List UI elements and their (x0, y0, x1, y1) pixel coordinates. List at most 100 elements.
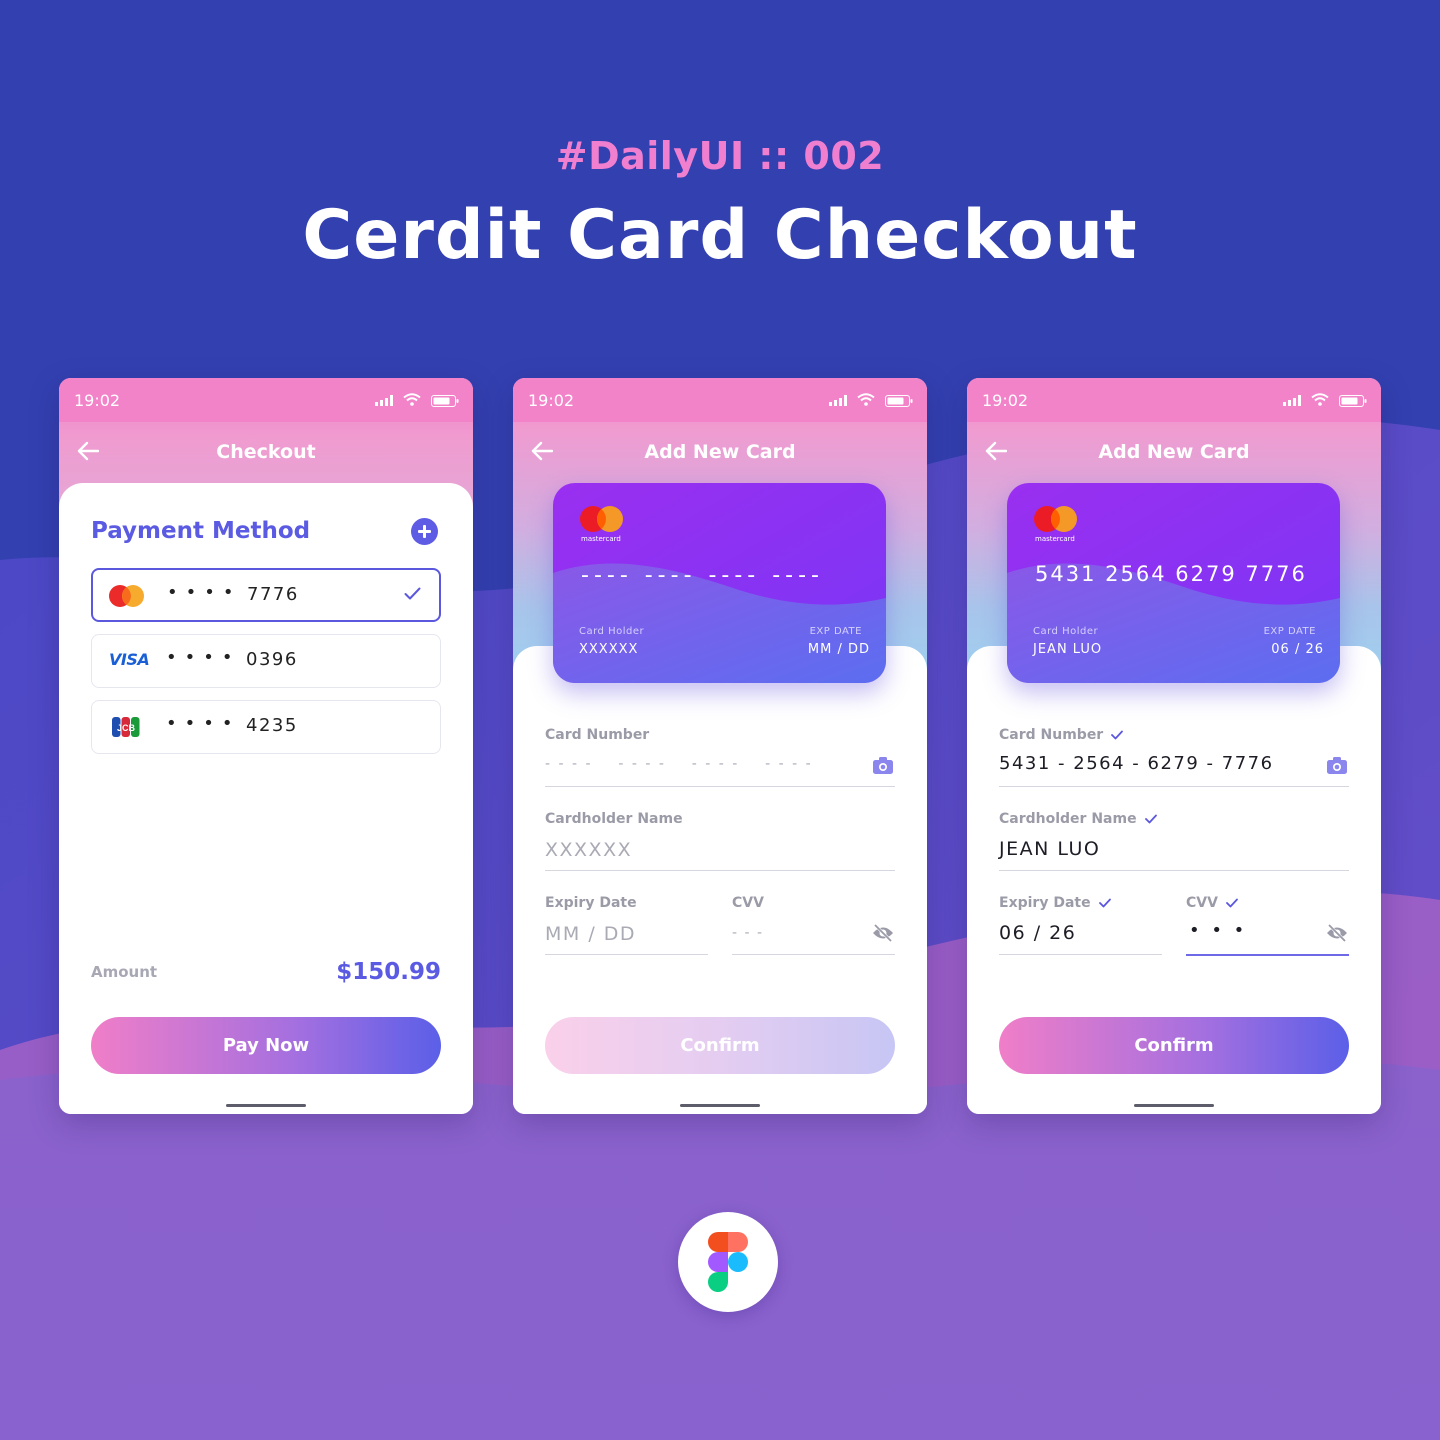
cvv-input[interactable]: • • • (1189, 920, 1247, 941)
exp-date-label: EXP DATE (1263, 626, 1316, 637)
cardholder-name-label-text: Cardholder Name (999, 811, 1137, 827)
status-bar: 19:02 (59, 378, 473, 422)
home-indicator (226, 1104, 306, 1107)
status-bar: 19:02 (967, 378, 1381, 422)
checkout-screen: 19:02 Checkout Payment Method •••• 7776 … (59, 378, 473, 1114)
signal-icon (375, 395, 393, 406)
hero-title: Cerdit Card Checkout (302, 196, 1138, 275)
amount-label: Amount (91, 963, 158, 981)
figma-logo-icon (708, 1232, 748, 1292)
expiry-date-underline (999, 954, 1162, 955)
camera-icon[interactable] (1327, 757, 1347, 774)
card-last4: 7776 (247, 584, 299, 605)
signal-icon (829, 395, 847, 406)
card-number-input[interactable]: - - - - - - - - - - - - - - - - (545, 756, 813, 772)
expiry-date-label: Expiry Date (545, 895, 637, 911)
cvv-label: CVV (732, 895, 764, 911)
card-preview: mastercard 5431 2564 6279 7776 Card Hold… (1007, 483, 1340, 683)
add-card-empty-screen: 19:02 Add New Card mastercard ---- ---- … (513, 378, 927, 1114)
card-last4: 4235 (246, 715, 298, 736)
page-title: Add New Card (1098, 441, 1250, 463)
valid-check-icon (1111, 730, 1124, 740)
exp-date-label: EXP DATE (809, 626, 862, 637)
card-preview: mastercard ---- ---- ---- ---- Card Hold… (553, 483, 886, 683)
status-time: 19:02 (74, 391, 121, 410)
eye-off-icon[interactable] (1326, 924, 1348, 942)
card-holder-label: Card Holder (579, 626, 645, 637)
status-time: 19:02 (528, 391, 575, 410)
masked-digits: •••• (166, 647, 241, 668)
svg-text:JCB: JCB (117, 723, 136, 733)
card-number-underline (545, 786, 895, 787)
cardholder-name-underline (999, 870, 1349, 871)
card-row-mastercard[interactable]: •••• 7776 (91, 568, 441, 622)
jcb-icon: JCB (112, 717, 140, 737)
battery-icon (431, 395, 459, 407)
visa-icon: VISA (109, 650, 150, 669)
pay-now-button[interactable]: Pay Now (91, 1017, 441, 1074)
cardholder-name-label: Cardholder Name (999, 811, 1157, 827)
card-holder-preview: XXXXXX (579, 642, 639, 657)
expiry-date-label-text: Expiry Date (999, 895, 1091, 911)
cvv-input[interactable]: - - - (732, 925, 764, 941)
eye-off-icon[interactable] (872, 924, 894, 942)
wifi-icon (1311, 393, 1329, 406)
figma-logo-badge (678, 1212, 778, 1312)
exp-date-preview: 06 / 26 (1271, 642, 1324, 657)
expiry-date-underline (545, 954, 708, 955)
valid-check-icon (1144, 814, 1157, 824)
card-brand-text: mastercard (1035, 535, 1075, 543)
card-row-jcb[interactable]: JCB •••• 4235 (91, 700, 441, 754)
cardholder-name-input[interactable]: JEAN LUO (999, 838, 1100, 860)
signal-icon (1283, 395, 1301, 406)
camera-icon[interactable] (873, 757, 893, 774)
amount-value: $150.99 (336, 959, 441, 985)
add-card-button[interactable] (411, 518, 438, 545)
card-number-underline (999, 786, 1349, 787)
expiry-date-label: Expiry Date (999, 895, 1111, 911)
card-number-label-text: Card Number (999, 727, 1104, 743)
masked-digits: •••• (166, 713, 241, 734)
status-time: 19:02 (982, 391, 1029, 410)
mastercard-icon (1034, 506, 1077, 532)
expiry-date-input[interactable]: 06 / 26 (999, 922, 1076, 944)
exp-date-preview: MM / DD (807, 642, 870, 657)
cvv-underline (732, 954, 895, 955)
payment-method-title: Payment Method (91, 518, 311, 544)
mastercard-icon (580, 506, 623, 532)
mastercard-icon (109, 585, 144, 607)
cardholder-name-underline (545, 870, 895, 871)
battery-icon (1339, 395, 1367, 407)
cvv-label: CVV (1186, 895, 1238, 911)
check-icon (404, 587, 421, 600)
cvv-underline-active (1186, 954, 1349, 956)
confirm-button[interactable]: Confirm (545, 1017, 895, 1074)
add-card-filled-screen: 19:02 Add New Card mastercard 5431 2564 … (967, 378, 1381, 1114)
card-number-label: Card Number (545, 727, 650, 743)
card-number-input[interactable]: 5431 - 2564 - 6279 - 7776 (999, 753, 1274, 774)
wifi-icon (403, 393, 421, 406)
valid-check-icon (1098, 898, 1111, 908)
wifi-icon (857, 393, 875, 406)
valid-check-icon (1226, 898, 1238, 908)
confirm-button[interactable]: Confirm (999, 1017, 1349, 1074)
card-row-visa[interactable]: VISA •••• 0396 (91, 634, 441, 688)
card-brand-text: mastercard (581, 535, 621, 543)
page-title: Checkout (216, 441, 316, 463)
cvv-label-text: CVV (1186, 895, 1218, 911)
home-indicator (680, 1104, 760, 1107)
card-number-preview: ---- ---- ---- ---- (581, 563, 824, 588)
page-title: Add New Card (644, 441, 796, 463)
battery-icon (885, 395, 913, 407)
card-number-preview: 5431 2564 6279 7776 (1035, 562, 1307, 586)
cardholder-name-input[interactable]: XXXXXX (545, 839, 632, 861)
content-sheet: Payment Method •••• 7776 VISA •••• 0396 … (59, 483, 473, 1114)
card-holder-preview: JEAN LUO (1033, 642, 1103, 657)
hero-tag: #DailyUI :: 002 (555, 134, 885, 178)
expiry-date-input[interactable]: MM / DD (545, 923, 636, 945)
home-indicator (1134, 1104, 1214, 1107)
status-bar: 19:02 (513, 378, 927, 422)
card-number-label: Card Number (999, 727, 1124, 743)
cardholder-name-label: Cardholder Name (545, 811, 683, 827)
card-last4: 0396 (246, 649, 298, 670)
